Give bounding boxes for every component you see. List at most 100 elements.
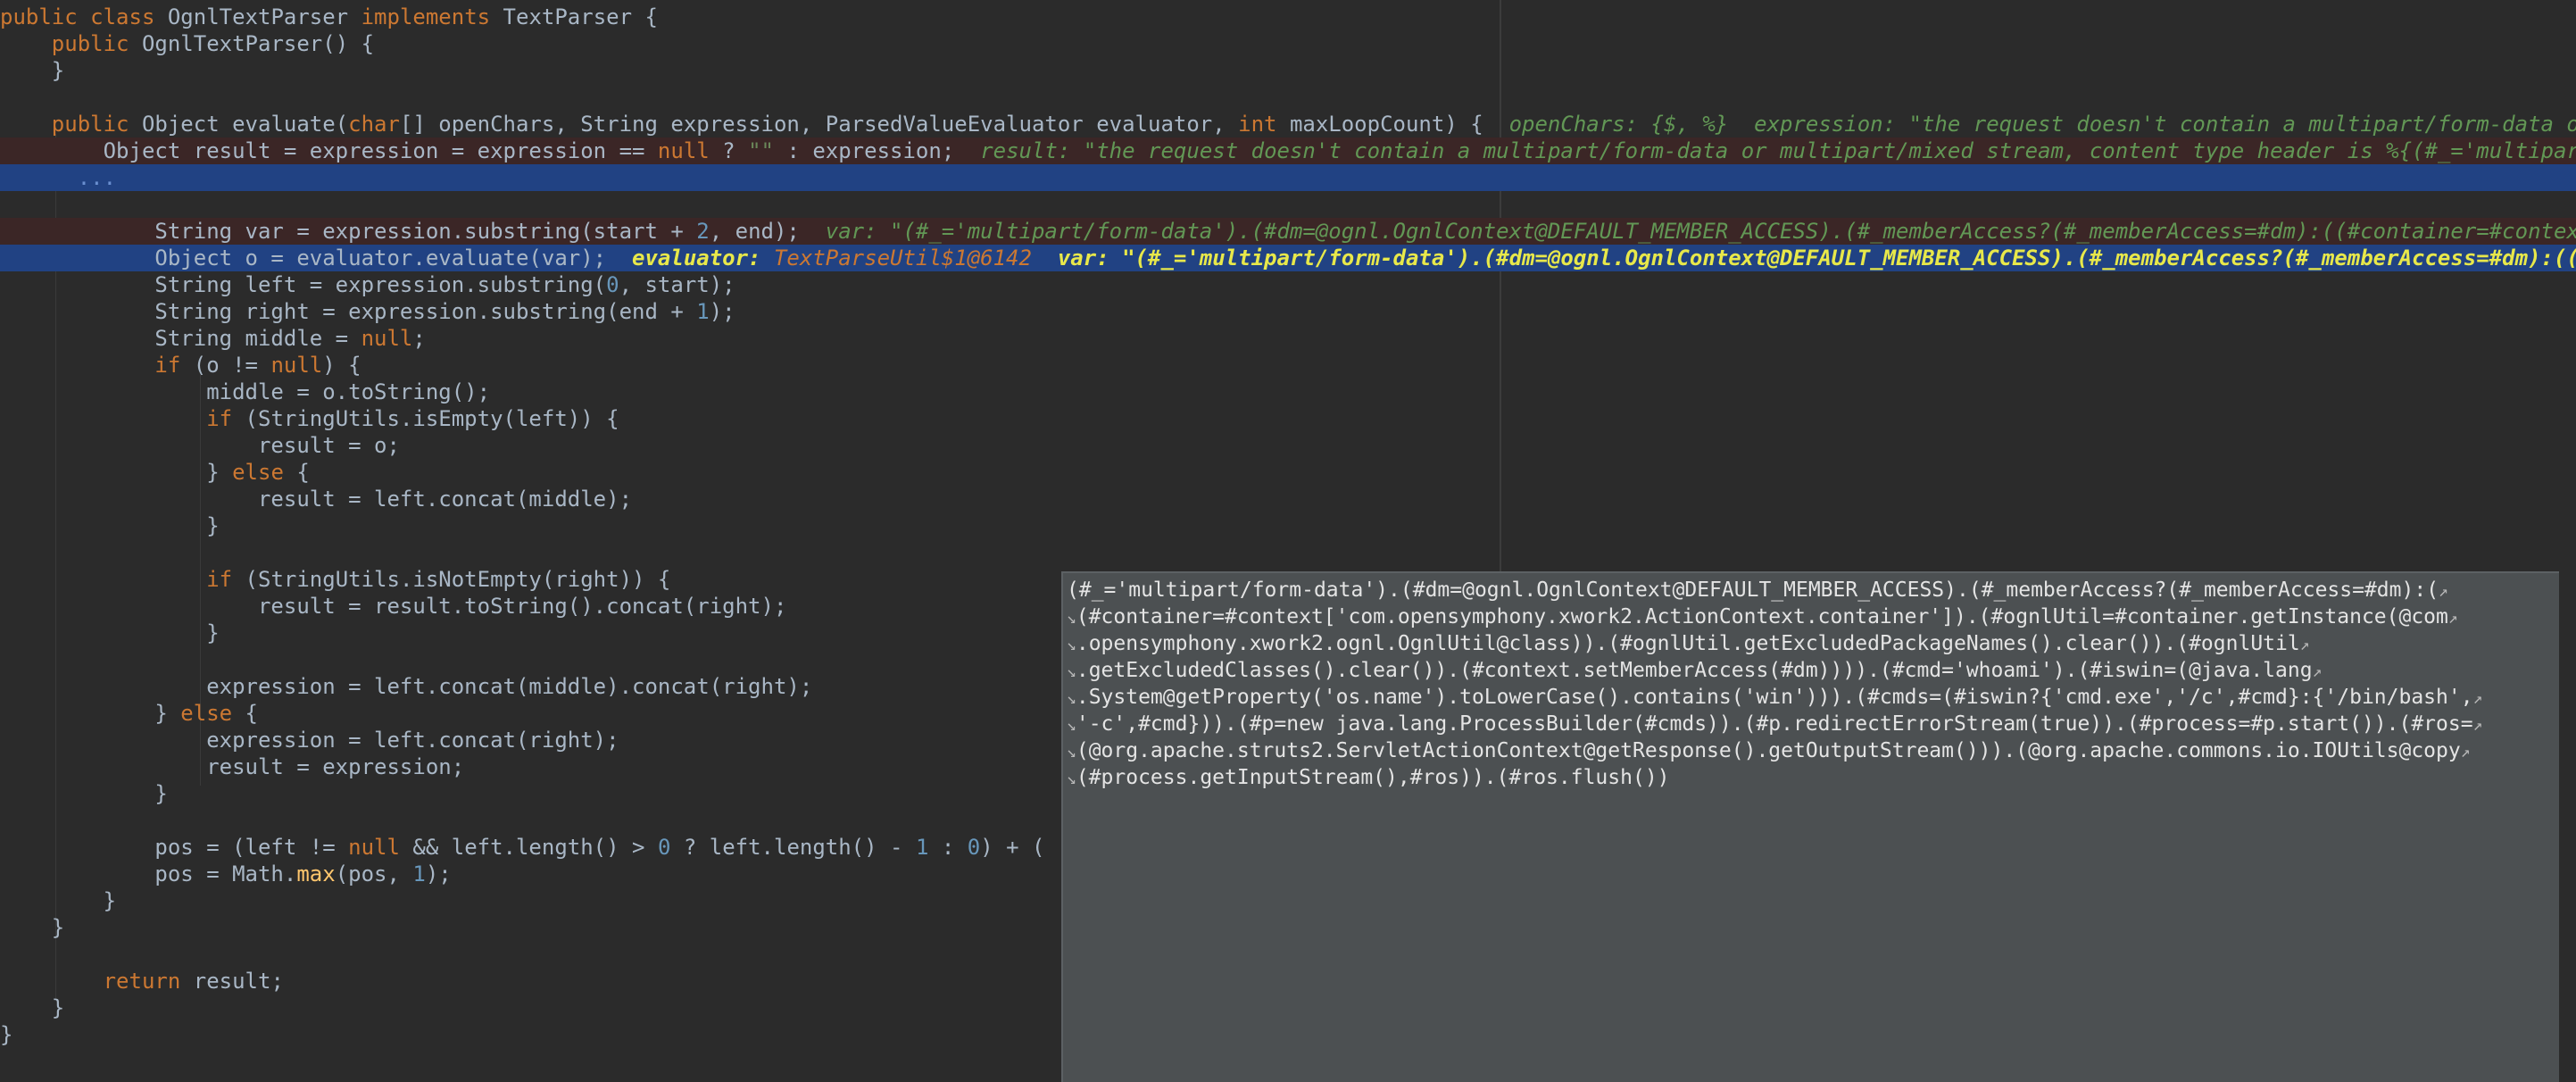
code-token: 1 <box>915 835 942 860</box>
tooltip-line: ↘(#process.getInputStream(),#ros)).(#ros… <box>1067 764 2559 791</box>
code-line[interactable]: result = left.concat(middle); <box>0 486 2576 512</box>
code-token: 0 <box>967 835 981 860</box>
code-line[interactable]: if (StringUtils.isEmpty(left)) { <box>0 405 2576 432</box>
code-token: { <box>296 460 310 485</box>
code-line[interactable]: ... <box>0 164 2576 191</box>
inline-debug-value: TextParseUtil$1@6142 <box>773 246 1032 270</box>
code-token: if <box>206 567 245 592</box>
code-line[interactable]: Object o = evaluator.evaluate(var); eval… <box>0 245 2576 271</box>
inline-debug-value: evaluator: <box>632 246 774 270</box>
code-token: expression = left.concat(middle).concat(… <box>0 674 813 699</box>
code-token: 1 <box>412 861 426 886</box>
code-line[interactable] <box>0 84 2576 111</box>
code-token: Object result = expression = expression … <box>0 138 658 163</box>
inline-debug-value: result: "the request doesn't contain a m… <box>980 138 2576 163</box>
tooltip-text: .System@getProperty('os.name').toLowerCa… <box>1076 686 2473 709</box>
soft-wrap-continue-icon: ↘ <box>1067 743 1076 762</box>
code-token: ) { <box>322 353 361 378</box>
code-token: "" <box>748 138 787 163</box>
soft-wrap-arrow-icon: ↗ <box>2472 716 2483 735</box>
code-line[interactable]: if (o != null) { <box>0 352 2576 379</box>
code-token: } <box>0 1022 13 1047</box>
code-token: middle = o.toString(); <box>0 379 491 404</box>
tooltip-line: ↘(@org.apache.struts2.ServletActionConte… <box>1067 737 2559 764</box>
code-token: 0 <box>657 835 684 860</box>
tooltip-line: (#_='multipart/form-data').(#dm=@ognl.Og… <box>1067 577 2559 603</box>
soft-wrap-arrow-icon: ↗ <box>2312 662 2323 681</box>
code-line[interactable]: } else { <box>0 459 2576 486</box>
code-token: } <box>0 620 220 645</box>
code-token: max <box>296 861 336 886</box>
code-line[interactable]: middle = o.toString(); <box>0 379 2576 405</box>
code-token: && left.length() > <box>412 835 658 860</box>
code-line[interactable]: result = o; <box>0 432 2576 459</box>
code-token: result = o; <box>0 433 400 458</box>
soft-wrap-continue-icon: ↘ <box>1067 689 1076 708</box>
code-token: OgnlTextParser() { <box>141 31 375 56</box>
code-token: return <box>103 969 194 994</box>
soft-wrap-arrow-icon: ↗ <box>2439 582 2448 601</box>
code-token: , start); <box>619 272 735 297</box>
code-token: : <box>941 835 968 860</box>
code-token: maxLoopCount) { <box>1289 112 1509 137</box>
soft-wrap-continue-icon: ↘ <box>1067 716 1076 735</box>
code-token: null <box>270 353 323 378</box>
soft-wrap-continue-icon: ↘ <box>1067 609 1076 628</box>
code-token: (pos, <box>335 861 413 886</box>
code-token: Object o = evaluator.evaluate(var); <box>0 246 633 270</box>
code-token: result = result.toString().concat(right)… <box>0 594 787 619</box>
code-token: if <box>154 353 194 378</box>
code-line[interactable]: String var = expression.substring(start … <box>0 218 2576 245</box>
code-token: pos = (left != <box>0 835 349 860</box>
code-line[interactable]: String right = expression.substring(end … <box>0 298 2576 325</box>
code-token: 1 <box>696 299 710 324</box>
code-token: } <box>0 995 65 1020</box>
code-token: char <box>348 112 400 137</box>
code-token: public class <box>0 4 168 29</box>
code-line[interactable]: Object result = expression = expression … <box>0 137 2576 164</box>
evaluation-tooltip[interactable]: (#_='multipart/form-data').(#dm=@ognl.Og… <box>1061 571 2559 1082</box>
code-token: TextParser { <box>503 4 658 29</box>
tooltip-line: ↘.System@getProperty('os.name').toLowerC… <box>1067 684 2559 711</box>
code-token: ); <box>709 299 735 324</box>
code-line[interactable] <box>0 191 2576 218</box>
code-line[interactable]: public class OgnlTextParser implements T… <box>0 4 2576 30</box>
code-line[interactable]: String middle = null; <box>0 325 2576 352</box>
code-token: ; <box>412 326 426 351</box>
folded-code-marker[interactable]: ... <box>0 165 116 190</box>
code-token: ? left.length() - <box>683 835 916 860</box>
code-line[interactable] <box>0 539 2576 566</box>
code-token: String middle = <box>0 326 361 351</box>
code-token: } <box>0 58 65 83</box>
code-token: } <box>0 513 220 538</box>
tooltip-line: ↘.getExcludedClasses().clear()).(#contex… <box>1067 657 2559 684</box>
code-token: String left = expression.substring( <box>0 272 607 297</box>
code-token: (o != <box>193 353 271 378</box>
code-token: null <box>348 835 413 860</box>
inline-debug-value: var: "(#_='multipart/form-data').(#dm=@o… <box>1057 246 2576 270</box>
code-line[interactable]: } <box>0 512 2576 539</box>
code-token: } <box>0 781 168 806</box>
soft-wrap-arrow-icon: ↗ <box>2447 609 2458 628</box>
code-token: String var = expression.substring(start … <box>0 219 697 244</box>
code-line[interactable]: public Object evaluate(char[] openChars,… <box>0 111 2576 137</box>
code-line[interactable]: } <box>0 57 2576 84</box>
code-token: } <box>0 460 233 485</box>
code-token: : expression; <box>786 138 981 163</box>
code-line[interactable]: String left = expression.substring(0, st… <box>0 271 2576 298</box>
code-token: (StringUtils.isNotEmpty(right)) { <box>245 567 671 592</box>
code-token: , end); <box>709 219 826 244</box>
code-token: } <box>0 701 181 726</box>
code-token: result = left.concat(middle); <box>0 487 633 512</box>
code-token: 2 <box>696 219 710 244</box>
tooltip-text: (#process.getInputStream(),#ros)).(#ros.… <box>1076 766 1670 789</box>
code-token: (StringUtils.isEmpty(left)) { <box>245 406 619 431</box>
code-token: implements <box>361 4 503 29</box>
tooltip-line: ↘(#container=#context['com.opensymphony.… <box>1067 603 2559 630</box>
code-token: ) + ( <box>980 835 1045 860</box>
code-line[interactable]: public OgnlTextParser() { <box>0 30 2576 57</box>
code-token: { <box>245 701 258 726</box>
code-token: int <box>1238 112 1290 137</box>
